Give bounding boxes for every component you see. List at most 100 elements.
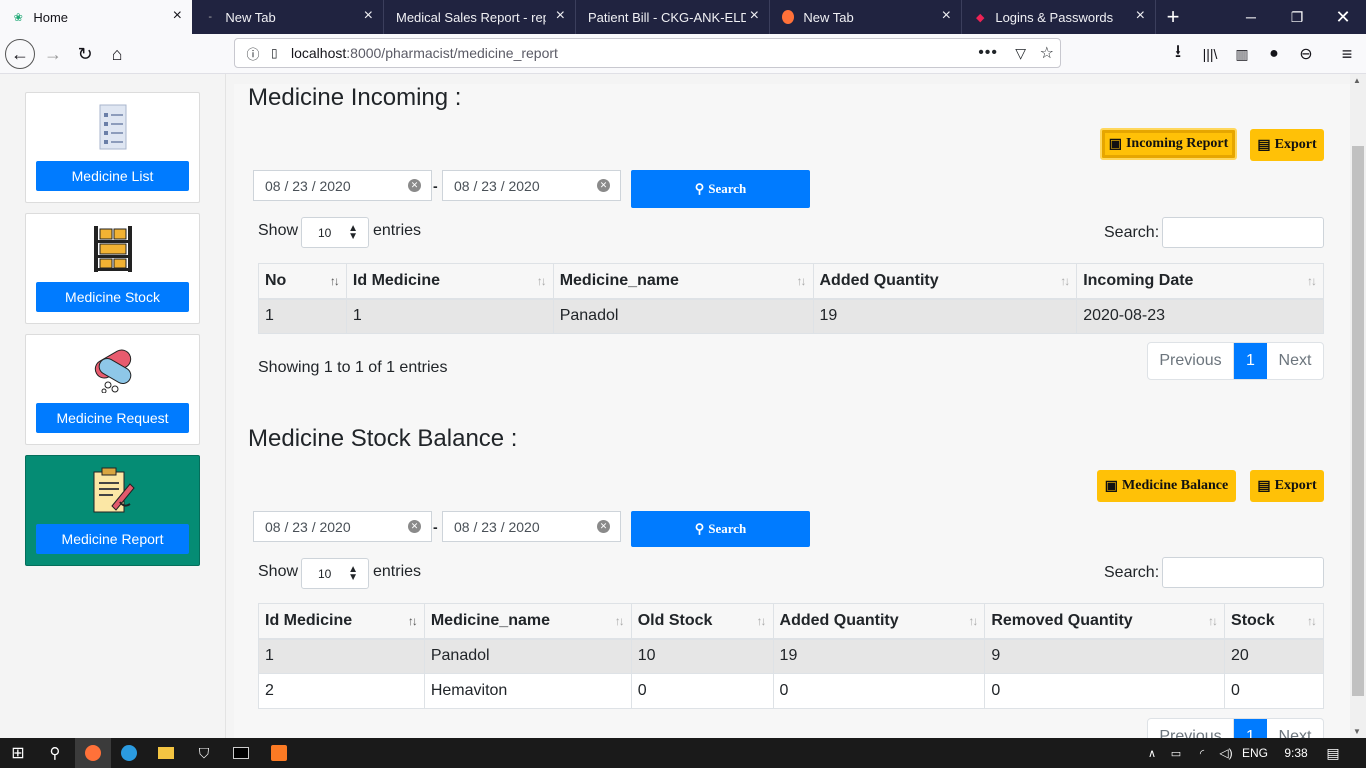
balance-export-button[interactable]: ▤ Export [1250,470,1324,502]
firefox-taskbar-icon[interactable] [75,738,111,768]
close-tab-icon[interactable]: × [173,8,182,24]
security-shield-icon[interactable]: ⛉ [186,738,222,768]
pagination-next[interactable]: Next [1267,719,1323,738]
col-added-quantity[interactable]: Added Quantity ↑↓ [772,603,986,640]
browser-tab-patient-bill[interactable]: Patient Bill - CKG-ANK-ELD-2 × [576,0,770,34]
browser-tab-logins[interactable]: ◆ Logins & Passwords × [962,0,1156,34]
col-incoming-date[interactable]: Incoming Date ↑↓ [1076,263,1324,300]
medicine-balance-button[interactable]: ▣ Medicine Balance [1097,470,1236,502]
close-tab-icon[interactable]: × [1136,8,1145,24]
minimize-icon[interactable]: ─ [1228,0,1274,34]
url-bar[interactable]: ⓘ ▯ localhost:8000/pharmacist/medicine_r… [234,38,1061,68]
downloads-icon[interactable]: ⭳ [1163,39,1193,69]
balance-table-search-input[interactable] [1162,557,1324,588]
pocket-icon[interactable]: ▽ [1015,45,1026,62]
col-stock[interactable]: Stock ↑↓ [1224,603,1324,640]
balance-date-from-input[interactable]: 08 / 23 / 2020 ✕ [253,511,432,542]
excel-file-icon: ▤ [1257,137,1271,153]
search-icon: ⚲ [694,181,705,196]
clear-date-icon[interactable]: ✕ [597,520,610,533]
sidebar-toggle-icon[interactable]: ▥ [1227,39,1257,69]
table-header-row: No ↑↓ Id Medicine ↑↓ Medicine_name ↑↓ Added… [258,263,1324,300]
col-id-medicine[interactable]: Id Medicine ↑↓ [345,263,554,300]
menu-hamburger-icon[interactable]: ≡ [1332,39,1362,69]
pagination-previous[interactable]: Previous [1148,343,1234,379]
medicine-list-button[interactable]: Medicine List [36,161,189,191]
col-medicine-name[interactable]: Medicine_name ↑↓ [552,263,814,300]
search-icon[interactable]: ⚲ [37,738,73,768]
pagination-page-1[interactable]: 1 [1234,343,1267,379]
pagination-page-1[interactable]: 1 [1234,719,1267,738]
clock[interactable]: 9:38 [1276,738,1316,768]
library-icon[interactable]: |||\ [1195,39,1225,69]
medicine-request-button[interactable]: Medicine Request [36,403,189,433]
clear-date-icon[interactable]: ✕ [408,179,421,192]
pagination-next[interactable]: Next [1267,343,1323,379]
sort-icon: ↑↓ [1307,274,1317,288]
bookmark-star-icon[interactable]: ☆ [1040,43,1054,63]
incoming-date-to-input[interactable]: 08 / 23 / 2020 ✕ [442,170,621,201]
forward-icon[interactable]: → [38,39,68,69]
page-scrollbar[interactable]: ▲ ▼ [1350,74,1366,738]
xampp-icon[interactable] [261,738,297,768]
col-id-medicine[interactable]: Id Medicine ↑↓ [258,603,425,640]
account-icon[interactable]: ● [1259,39,1289,69]
scroll-down-icon[interactable]: ▼ [1353,727,1361,736]
battery-icon[interactable]: ▭ [1164,738,1188,768]
pagination-previous[interactable]: Previous [1148,719,1234,738]
close-tab-icon[interactable]: × [364,8,373,24]
tab-title: Patient Bill - CKG-ANK-ELD-2 [588,9,746,25]
close-window-icon[interactable]: ✕ [1320,0,1366,34]
language-indicator[interactable]: ENG [1238,738,1272,768]
incoming-report-button[interactable]: ▣ Incoming Report [1100,128,1237,160]
clear-date-icon[interactable]: ✕ [408,520,421,533]
incoming-export-button[interactable]: ▤ Export [1250,129,1324,161]
notifications-icon[interactable]: ▤ [1318,738,1348,768]
close-tab-icon[interactable]: × [556,8,565,24]
medicine-stock-button[interactable]: Medicine Stock [36,282,189,312]
medicine-report-button[interactable]: Medicine Report [36,524,189,554]
page-actions-icon[interactable]: ••• [978,44,998,62]
sort-icon: ↑↓ [756,614,767,628]
extension-icon[interactable]: ⊖ [1291,39,1321,69]
col-added-quantity[interactable]: Added Quantity ↑↓ [812,263,1078,300]
col-old-stock[interactable]: Old Stock ↑↓ [630,603,774,640]
volume-icon[interactable]: ◁) [1214,738,1238,768]
scroll-up-icon[interactable]: ▲ [1353,76,1361,85]
scrollbar-thumb[interactable] [1352,146,1364,696]
back-icon[interactable]: ← [5,39,35,69]
file-explorer-icon[interactable] [148,738,184,768]
col-medicine-name[interactable]: Medicine_name ↑↓ [423,603,632,640]
site-info-icon[interactable]: ⓘ [235,44,271,63]
incoming-entries-select[interactable]: 10 ▲ ▼ [301,217,369,248]
cell-removed-quantity: 9 [984,638,1226,674]
incoming-date-from-input[interactable]: 08 / 23 / 2020 ✕ [253,170,432,201]
reload-icon[interactable]: ↻ [70,39,100,69]
balance-search-button[interactable]: ⚲ Search [631,511,810,547]
incoming-table-search-input[interactable] [1162,217,1324,248]
browser-tab-new-tab-2[interactable]: New Tab × [770,0,962,34]
incoming-search-button[interactable]: ⚲ Search [631,170,810,208]
wifi-icon[interactable]: ◜ [1190,738,1214,768]
balance-entries-select[interactable]: 10 ▲ ▼ [301,558,369,589]
col-removed-quantity[interactable]: Removed Quantity ↑↓ [984,603,1226,640]
terminal-icon[interactable] [223,738,259,768]
close-tab-icon[interactable]: × [750,8,759,24]
balance-date-to-input[interactable]: 08 / 23 / 2020 ✕ [442,511,621,542]
col-no[interactable]: No ↑↓ [258,263,347,300]
browser-tab-new-tab[interactable]: - New Tab × [192,0,384,34]
restore-icon[interactable]: ❐ [1274,0,1320,34]
home-icon[interactable]: ⌂ [102,39,132,69]
browser-tab-home[interactable]: ❀ Home × [0,0,192,34]
tray-expand-icon[interactable]: ∧ [1140,738,1164,768]
incoming-table-info: Showing 1 to 1 of 1 entries [258,359,448,376]
windows-start-icon[interactable]: ⊞ [0,738,36,768]
table-search-label: Search: [1104,224,1160,241]
new-tab-plus-icon[interactable]: + [1150,0,1196,34]
windows-taskbar: ⊞ ⚲ ⛉ ∧ ▭ ◜ ◁) ENG 9:38 ▤ [0,738,1366,768]
sort-icon: ↑↓ [407,614,418,628]
browser-tab-sales-report[interactable]: Medical Sales Report - report × [384,0,576,34]
close-tab-icon[interactable]: × [942,8,951,24]
edge-taskbar-icon[interactable] [111,738,147,768]
clear-date-icon[interactable]: ✕ [597,179,610,192]
